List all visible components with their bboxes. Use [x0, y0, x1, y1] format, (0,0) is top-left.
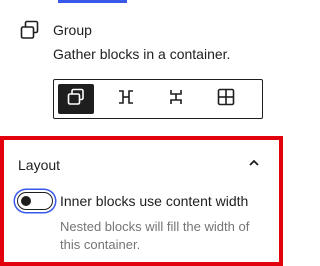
block-card: Group Gather blocks in a container. [0, 0, 283, 134]
layout-panel-title[interactable]: Layout [18, 157, 60, 173]
block-inspector: Group Gather blocks in a container. Layo… [0, 0, 283, 266]
layout-panel: Layout Inner blocks use content width Ne… [0, 136, 283, 266]
content-width-toggle[interactable] [17, 192, 53, 210]
grid-variation-icon [216, 87, 236, 112]
block-variations-toolbar [53, 79, 263, 119]
row-variation-icon [116, 87, 136, 112]
block-title: Group [53, 22, 92, 38]
variation-stack-button[interactable] [158, 84, 194, 114]
content-width-toggle-label[interactable]: Inner blocks use content width [60, 193, 248, 209]
block-description: Gather blocks in a container. [53, 46, 231, 62]
group-variation-icon [66, 87, 86, 112]
variation-group-button[interactable] [58, 84, 94, 114]
variation-grid-button[interactable] [208, 84, 244, 114]
group-icon [20, 20, 40, 40]
variation-row-button[interactable] [108, 84, 144, 114]
chevron-up-icon[interactable] [247, 156, 261, 170]
toggle-knob [21, 196, 31, 206]
content-width-help-text: Nested blocks will fill the width of thi… [60, 219, 250, 252]
stack-variation-icon [166, 87, 186, 112]
